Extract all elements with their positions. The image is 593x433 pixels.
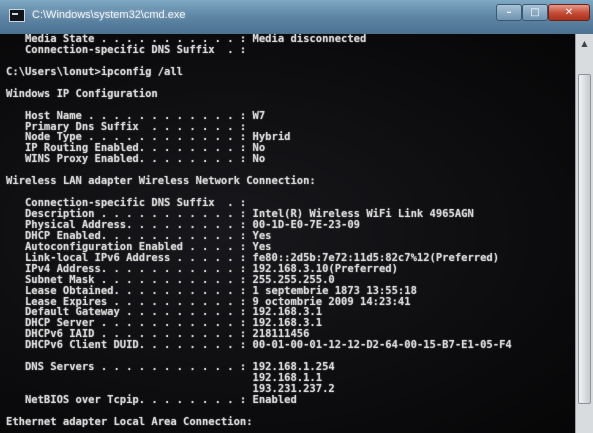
console-line: DHCPv6 Client DUID. . . . . . . . : 00-0… (6, 339, 512, 352)
section-heading: Ethernet adapter Local Area Connection: (6, 415, 253, 428)
cmd-app-icon[interactable] (9, 9, 25, 22)
console-output[interactable]: Media State . . . . . . . . . . . : Medi… (0, 34, 575, 433)
close-icon: ✕ (564, 7, 574, 18)
section-heading: Windows IP Configuration (6, 87, 158, 100)
window-title: C:\Windows\system32\cmd.exe (32, 9, 186, 21)
minimize-icon: – (506, 7, 512, 18)
minimize-button[interactable]: – (496, 4, 522, 21)
command-prompt-window: C:\Windows\system32\cmd.exe – □ ✕ Media … (0, 0, 593, 433)
console-command-line: C:\Users\lonut>ipconfig /all (6, 65, 184, 78)
scrollbar-thumb[interactable] (578, 74, 591, 404)
maximize-icon: □ (530, 7, 540, 18)
maximize-button[interactable]: □ (522, 4, 548, 21)
console-lines: Media State . . . . . . . . . . . : Medi… (6, 34, 512, 428)
console-line: Subnet Mask . . . . . . . . . . . : 255.… (6, 273, 335, 286)
console-line: NetBIOS over Tcpip. . . . . . . . : Enab… (6, 393, 297, 406)
console-line: Connection-specific DNS Suffix . : (6, 43, 247, 56)
scroll-up-arrow-icon[interactable]: ▲ (577, 36, 592, 51)
console-line: IPv4 Address. . . . . . . . . . . : 192.… (6, 262, 398, 275)
console-line: Lease Obtained. . . . . . . . . . : 1 se… (6, 284, 417, 297)
vertical-scrollbar[interactable]: ▲ (575, 34, 593, 433)
console-line: WINS Proxy Enabled. . . . . . . . : No (6, 153, 266, 166)
console-line: Host Name . . . . . . . . . . . . : W7 (6, 109, 266, 122)
title-bar[interactable]: C:\Windows\system32\cmd.exe – □ ✕ (0, 0, 593, 35)
close-button[interactable]: ✕ (548, 4, 590, 21)
section-heading: Wireless LAN adapter Wireless Network Co… (6, 175, 316, 188)
